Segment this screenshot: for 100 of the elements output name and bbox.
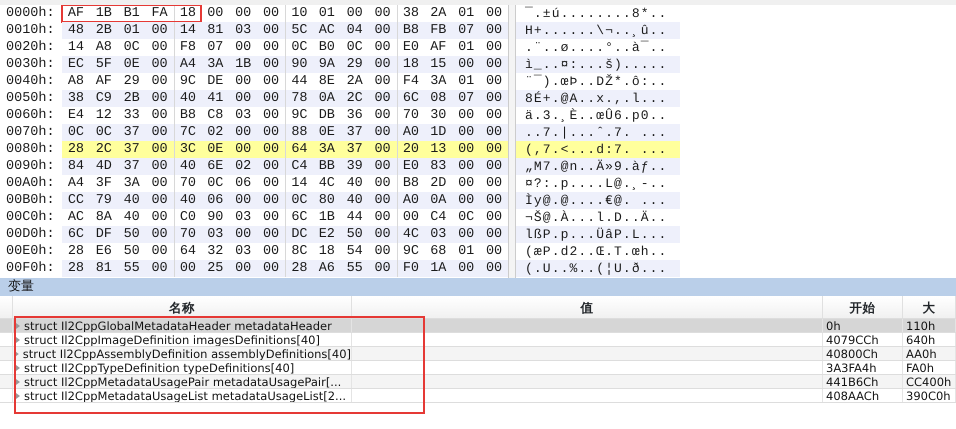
hex-byte[interactable]: 30 [424, 107, 452, 124]
hex-byte[interactable]: 1A [424, 260, 452, 277]
hex-byte[interactable]: 00 [257, 22, 285, 39]
hex-byte[interactable]: 00 [146, 56, 174, 73]
hex-byte[interactable]: 41 [201, 90, 230, 107]
hex-byte[interactable]: CC [62, 192, 90, 209]
hex-byte[interactable]: 0C [90, 124, 118, 141]
column-header[interactable]: 值 [352, 296, 823, 318]
hex-byte[interactable]: 2D [424, 175, 452, 192]
hex-byte[interactable]: FA [146, 5, 174, 22]
hex-byte[interactable]: 40 [118, 209, 146, 226]
hex-byte[interactable]: 06 [229, 175, 258, 192]
hex-byte[interactable]: 00 [368, 107, 396, 124]
hex-byte[interactable]: 90 [201, 209, 230, 226]
hex-byte[interactable]: 00 [229, 73, 258, 90]
hex-byte[interactable]: 00 [368, 5, 396, 22]
hex-byte[interactable]: 2A [340, 73, 369, 90]
hex-byte[interactable]: 03 [229, 22, 258, 39]
hex-byte[interactable]: 79 [90, 192, 118, 209]
hex-byte[interactable]: 00 [452, 175, 480, 192]
hex-byte[interactable]: 00 [229, 141, 258, 158]
hex-byte[interactable]: 07 [452, 90, 480, 107]
hex-byte[interactable]: 01 [452, 73, 480, 90]
hex-byte[interactable]: 2B [90, 22, 118, 39]
hex-byte[interactable]: AF [90, 73, 118, 90]
hex-byte[interactable]: 37 [118, 158, 146, 175]
hex-byte[interactable]: 50 [118, 226, 146, 243]
hex-byte[interactable]: 33 [118, 107, 146, 124]
hex-byte[interactable]: 29 [118, 73, 146, 90]
hex-byte[interactable]: 00 [146, 158, 174, 175]
hex-byte[interactable]: 00 [146, 209, 174, 226]
hex-byte[interactable]: 80 [312, 192, 341, 209]
hex-byte[interactable]: 40 [118, 192, 146, 209]
hex-byte[interactable]: 00 [480, 226, 508, 243]
hex-byte[interactable]: 00 [368, 158, 396, 175]
hex-byte[interactable]: 00 [229, 124, 258, 141]
hex-byte[interactable]: 01 [312, 5, 341, 22]
hex-byte[interactable]: A8 [90, 39, 118, 56]
hex-byte[interactable]: 0C [118, 39, 146, 56]
expand-icon[interactable] [16, 336, 20, 342]
hex-byte[interactable]: E0 [396, 158, 424, 175]
hex-byte[interactable]: 50 [118, 243, 146, 260]
hex-byte[interactable]: 07 [201, 39, 230, 56]
hex-byte[interactable]: 44 [340, 209, 369, 226]
hex-byte[interactable]: 6C [62, 226, 90, 243]
hex-byte[interactable]: E6 [90, 243, 118, 260]
hex-byte[interactable]: 54 [340, 243, 369, 260]
hex-byte[interactable]: A0 [396, 192, 424, 209]
hex-byte[interactable]: 0E [118, 56, 146, 73]
hex-byte[interactable]: 1B [229, 56, 258, 73]
hex-byte[interactable]: 00 [368, 209, 396, 226]
hex-byte[interactable]: 25 [201, 260, 230, 277]
hex-byte[interactable]: 40 [174, 158, 202, 175]
hex-byte[interactable]: 03 [229, 243, 258, 260]
hex-byte[interactable]: 70 [174, 226, 202, 243]
expand-icon[interactable] [16, 322, 20, 328]
hex-byte[interactable]: 00 [452, 124, 480, 141]
hex-byte[interactable]: 18 [396, 56, 424, 73]
hex-byte[interactable]: 00 [480, 124, 508, 141]
hex-byte[interactable]: 00 [257, 5, 285, 22]
hex-byte[interactable]: 29 [340, 56, 369, 73]
hex-byte[interactable]: 00 [146, 107, 174, 124]
hex-byte[interactable]: 00 [452, 158, 480, 175]
hex-byte[interactable]: 40 [174, 192, 202, 209]
hex-byte[interactable]: 00 [452, 260, 480, 277]
hex-byte[interactable]: 00 [480, 5, 508, 22]
hex-byte[interactable]: 28 [285, 260, 313, 277]
hex-byte[interactable]: 00 [368, 192, 396, 209]
expand-icon[interactable] [16, 364, 20, 370]
hex-byte[interactable]: 32 [201, 243, 230, 260]
hex-byte[interactable]: 0E [312, 124, 341, 141]
hex-byte[interactable]: 0C [285, 192, 313, 209]
hex-byte[interactable]: 50 [340, 226, 369, 243]
hex-byte[interactable]: 00 [480, 141, 508, 158]
hex-byte[interactable]: 37 [118, 141, 146, 158]
hex-byte[interactable]: C8 [201, 107, 230, 124]
hex-byte[interactable]: 00 [257, 175, 285, 192]
hex-byte[interactable]: A4 [174, 56, 202, 73]
hex-byte[interactable]: 37 [118, 124, 146, 141]
hex-byte[interactable]: B8 [396, 22, 424, 39]
hex-byte[interactable]: 4C [396, 226, 424, 243]
hex-byte[interactable]: DF [90, 226, 118, 243]
hex-byte[interactable]: 8A [90, 209, 118, 226]
hex-byte[interactable]: 00 [146, 141, 174, 158]
hex-byte[interactable]: 00 [480, 56, 508, 73]
hex-byte[interactable]: AF [424, 39, 452, 56]
hex-byte[interactable]: 0C [201, 175, 230, 192]
hex-byte[interactable]: 38 [62, 90, 90, 107]
hex-byte[interactable]: 78 [285, 90, 313, 107]
hex-byte[interactable]: 2B [118, 90, 146, 107]
hex-byte[interactable]: 0C [452, 209, 480, 226]
hex-byte[interactable]: 00 [146, 175, 174, 192]
hex-byte[interactable]: 00 [452, 141, 480, 158]
hex-byte[interactable]: 00 [368, 39, 396, 56]
hex-byte[interactable]: 3F [90, 175, 118, 192]
hex-byte[interactable]: 68 [424, 243, 452, 260]
hex-byte[interactable]: 00 [480, 73, 508, 90]
hex-byte[interactable]: 08 [424, 90, 452, 107]
hex-byte[interactable]: 00 [257, 73, 285, 90]
hex-byte[interactable]: 00 [368, 56, 396, 73]
